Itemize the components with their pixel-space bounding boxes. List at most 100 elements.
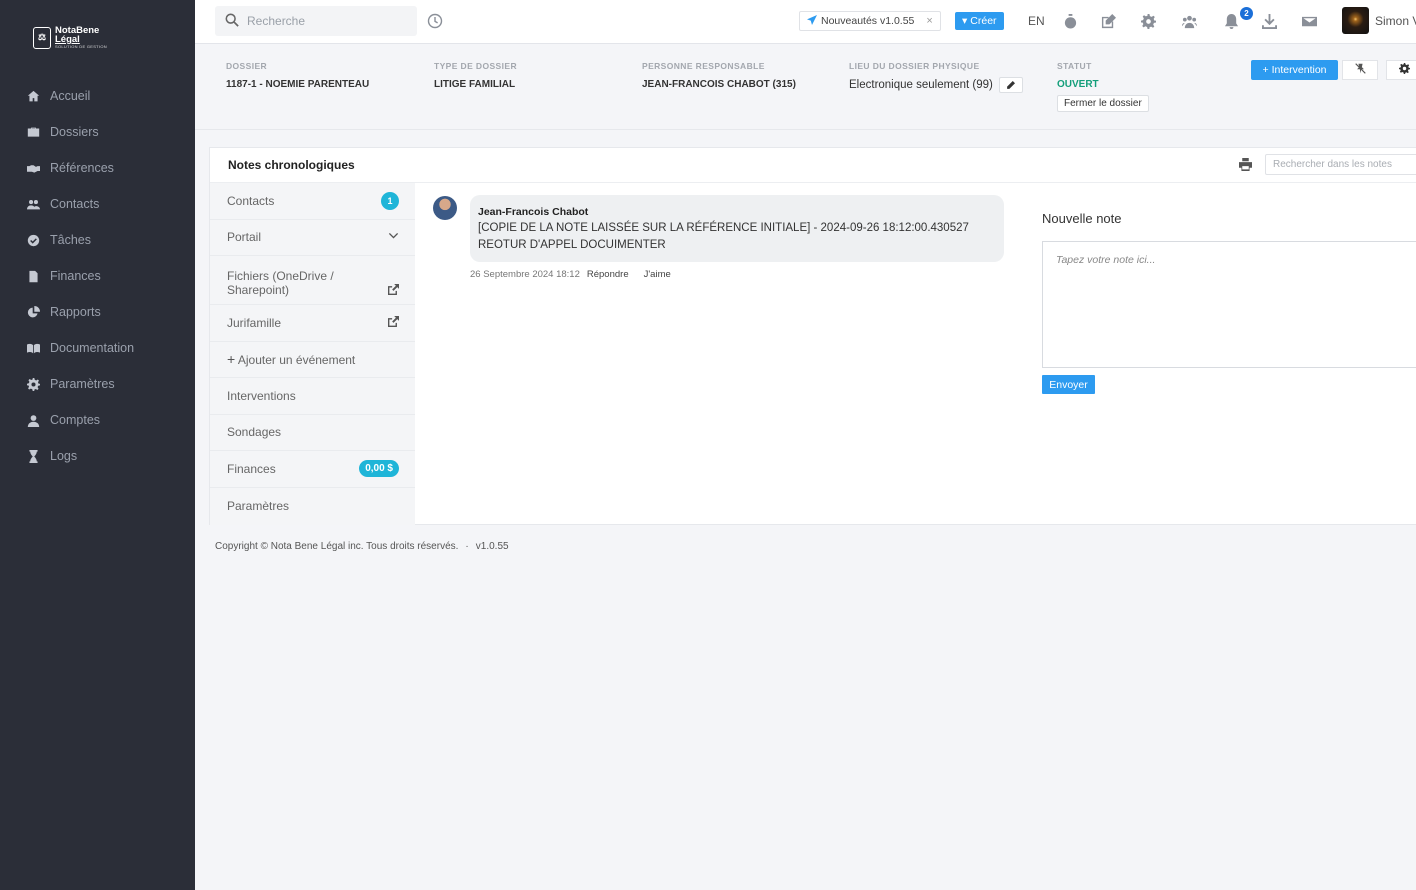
sidebar-item-label: Rapports (50, 305, 101, 319)
mail-icon[interactable] (1300, 12, 1318, 30)
dossier-settings-button[interactable] (1386, 60, 1416, 80)
pie-chart-icon (25, 304, 41, 320)
paper-plane-icon (807, 14, 817, 28)
plus-icon: + (227, 351, 236, 368)
sidebar-item-label: Finances (50, 269, 101, 283)
sidebar-item-documentation[interactable]: Documentation (0, 330, 195, 366)
dossier-label: DOSSIER (226, 61, 268, 71)
add-intervention-button[interactable]: + Intervention (1251, 60, 1338, 80)
create-button[interactable]: ▾ Créer (955, 12, 1004, 30)
bell-icon[interactable] (1222, 12, 1240, 30)
intervention-label: Intervention (1271, 64, 1327, 76)
subnav-label: Portail (227, 230, 262, 245)
user-avatar[interactable] (1342, 7, 1369, 34)
stopwatch-icon[interactable] (1061, 12, 1079, 30)
like-link[interactable]: J'aime (644, 269, 671, 280)
dossier-value: 1187-1 - NOEMIE PARENTEAU (226, 79, 370, 90)
subnav-item-portail[interactable]: Portail (210, 220, 415, 256)
dossier-field: DOSSIER 1187-1 - NOEMIE PARENTEAU (226, 61, 369, 90)
subnav-label: Interventions (227, 388, 296, 403)
sidebar-item-logs[interactable]: Logs (0, 438, 195, 474)
sidebar-item-label: Documentation (50, 341, 135, 355)
sidebar-item-label: Contacts (50, 197, 100, 211)
send-note-button[interactable]: Envoyer (1042, 375, 1095, 394)
sidebar-item-rapports[interactable]: Rapports (0, 294, 195, 330)
sidebar-item-label: Références (50, 161, 114, 175)
hourglass-icon (25, 448, 41, 464)
settings-gear-icon[interactable] (1139, 12, 1157, 30)
sidebar-item-parametres[interactable]: Paramètres (0, 366, 195, 402)
sidebar-item-taches[interactable]: Tâches (0, 222, 195, 258)
history-clock-icon[interactable] (427, 13, 443, 32)
sidebar-item-contacts[interactable]: Contacts (0, 186, 195, 222)
brand-logo[interactable]: ⚖ NotaBene Légal SOLUTION DE GESTION (33, 26, 107, 49)
subnav-item-interventions[interactable]: Interventions (210, 378, 415, 415)
handshake-icon (25, 160, 41, 176)
topbar: Nouveautés v1.0.55 × ▾ Créer EN 2 Simon … (195, 0, 1416, 44)
note-line-2: REOTUR D'APPEL DOCUIMENTER (478, 239, 666, 251)
pencil-icon (1007, 80, 1016, 89)
book-icon (25, 340, 41, 356)
reply-link[interactable]: Répondre (587, 269, 629, 280)
contacts-count-badge: 1 (381, 191, 399, 210)
footer: Copyright © Nota Bene Légal inc. Tous dr… (215, 541, 509, 552)
users-icon (25, 196, 41, 212)
team-icon[interactable] (1180, 12, 1198, 30)
sidebar-item-accueil[interactable]: Accueil (0, 78, 195, 114)
home-icon (25, 88, 41, 104)
sidebar-item-dossiers[interactable]: Dossiers (0, 114, 195, 150)
user-name[interactable]: Simon V (1375, 14, 1416, 28)
subnav-item-parametres[interactable]: Paramètres (210, 488, 415, 525)
subnav-item-finances[interactable]: Finances 0,00 $ (210, 451, 415, 488)
new-note-title: Nouvelle note (1042, 211, 1122, 226)
unpin-button[interactable] (1342, 60, 1378, 80)
gear-icon (1398, 63, 1410, 77)
gear-icon (25, 376, 41, 392)
search-icon (225, 13, 239, 30)
subnav-item-sondages[interactable]: Sondages (210, 415, 415, 451)
status-label: STATUT (1057, 61, 1092, 71)
language-toggle[interactable]: EN (1028, 14, 1045, 28)
user-icon (25, 412, 41, 428)
sidebar-item-label: Tâches (50, 233, 91, 247)
print-icon[interactable] (1239, 158, 1252, 174)
sidebar-item-comptes[interactable]: Comptes (0, 402, 195, 438)
subnav-label: Sondages (227, 425, 282, 440)
sidebar-item-references[interactable]: Références (0, 150, 195, 186)
notes-search-input[interactable] (1265, 154, 1416, 175)
sidebar-item-label: Comptes (50, 413, 101, 427)
copyright-text: Copyright © Nota Bene Légal inc. Tous dr… (215, 541, 459, 552)
briefcase-icon (25, 124, 41, 140)
sidebar-item-label: Logs (50, 449, 78, 463)
sidebar-item-finances[interactable]: Finances (0, 258, 195, 294)
subnav-item-fichiers[interactable]: Fichiers (OneDrive / Sharepoint) (210, 256, 415, 305)
close-icon[interactable]: × (926, 15, 932, 27)
footer-version: v1.0.55 (475, 541, 509, 552)
edit-location-button[interactable] (998, 77, 1023, 93)
global-search[interactable] (215, 6, 417, 36)
external-link-icon (388, 315, 399, 330)
check-circle-icon (25, 232, 41, 248)
subnav-item-contacts[interactable]: Contacts 1 (210, 183, 415, 220)
responsible-label: PERSONNE RESPONSABLE (642, 61, 765, 71)
edit-icon[interactable] (1099, 12, 1117, 30)
subnav-label: Paramètres (227, 498, 290, 513)
sidebar-item-label: Accueil (50, 89, 91, 103)
external-link-icon (388, 284, 399, 298)
note-author: Jean-Francois Chabot (478, 206, 589, 218)
whats-new-pill[interactable]: Nouveautés v1.0.55 × (799, 11, 941, 31)
status-field: STATUT OUVERT Fermer le dossier (1057, 61, 1149, 112)
whats-new-label: Nouveautés v1.0.55 (821, 15, 915, 27)
subnav-item-add-event[interactable]: + Ajouter un événement (210, 342, 415, 378)
brand-name-line2: Légal (55, 34, 80, 45)
search-input[interactable] (247, 14, 407, 28)
new-note-textarea[interactable] (1042, 241, 1416, 368)
create-button-label: Créer (970, 15, 997, 27)
caret-down-icon: ▾ (962, 15, 968, 27)
subnav-item-jurifamille[interactable]: Jurifamille (210, 305, 415, 342)
scales-logo-icon: ⚖ (33, 26, 51, 49)
download-icon[interactable] (1260, 12, 1278, 30)
dossier-header: DOSSIER 1187-1 - NOEMIE PARENTEAU TYPE D… (195, 45, 1416, 130)
subnav-label: Contacts (227, 193, 275, 208)
close-dossier-button[interactable]: Fermer le dossier (1057, 95, 1149, 112)
